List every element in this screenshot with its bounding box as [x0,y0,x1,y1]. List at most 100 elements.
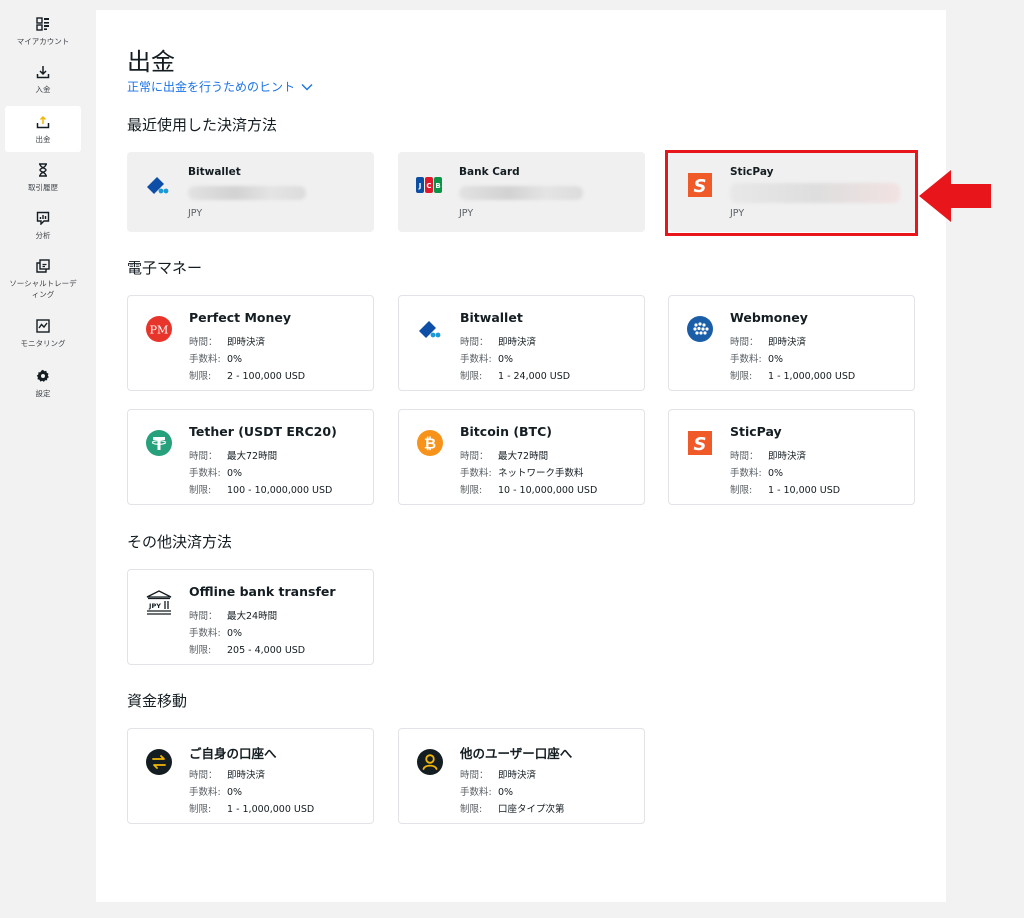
sidebar-item-withdraw[interactable]: 出金 [5,106,81,152]
sidebar-item-settings[interactable]: 設定 [5,368,81,404]
method-name: SticPay [730,424,782,439]
fee-value: 0% [227,628,243,639]
time-label: 時間： [189,611,218,622]
method-card-offline-bank[interactable]: JPY Offline bank transfer 時間： 最大24時間 手数料:… [127,569,374,665]
limit-row: 制限: 2 - 100,000 USD [189,368,305,382]
sidebar-item-monitoring[interactable]: モニタリング [5,318,81,354]
section-title-other: その他決済方法 [127,533,233,551]
time-value: 即時決済 [227,770,266,781]
section-title-emoney: 電子マネー [127,259,203,277]
limit-label: 制限: [189,804,212,815]
bank-icon: JPY [146,590,172,615]
method-name: Perfect Money [189,310,292,325]
limit-label: 制限: [460,371,483,382]
sidebar-item-label: 入金 [35,85,51,94]
svg-text:₿: ₿ [424,435,436,453]
time-value: 即時決済 [227,337,266,348]
limit-label: 制限: [730,371,753,382]
fee-row: 手数料: 0% [189,625,242,639]
recent-currency: JPY [730,208,745,219]
time-row: 時間： 即時決済 [189,334,265,348]
limit-value: 100 - 10,000,000 USD [227,485,333,496]
svg-text:C: C [426,182,431,190]
svg-text:J: J [418,182,422,190]
time-value: 即時決済 [498,770,537,781]
method-name: Bitwallet [460,310,523,325]
time-row: 時間： 即時決済 [460,767,536,781]
sidebar-item-label: ソーシャルトレーディング [9,279,77,299]
red-arrow-icon [919,170,991,222]
time-row: 時間： 最大72時間 [460,448,548,462]
limit-row: 制限: 10 - 10,000,000 USD [460,482,597,496]
method-card-sticpay[interactable]: S SticPay 時間： 即時決済 手数料: 0% 制限: 1 - 10,000 U… [668,409,915,505]
method-card-other-user[interactable]: 他のユーザー口座へ 時間： 即時決済 手数料: 0% 制限: 口座タイプ次第 [398,728,645,824]
sidebar-item-history[interactable]: 取引履歴 [5,162,81,198]
method-card-bitwallet[interactable]: Bitwallet 時間： 即時決済 手数料: 0% 制限: 1 - 24,000 U… [398,295,645,391]
method-card-perfect-money[interactable]: PM Perfect Money 時間： 即時決済 手数料: 0% 制限: 2 - 1… [127,295,374,391]
perfect-money-icon: PM [146,316,172,342]
fee-row: 手数料: 0% [189,784,242,798]
sidebar-item-label: 取引履歴 [28,183,58,192]
fee-label: 手数料: [189,354,221,365]
masked-account [188,186,306,200]
sidebar-item-my-account[interactable]: マイアカウント [5,16,81,52]
download-icon [5,64,81,82]
hint-link[interactable]: 正常に出金を行うためのヒント [127,78,313,95]
method-card-own-account[interactable]: ご自身の口座へ 時間： 即時決済 手数料: 0% 制限: 1 - 1,000,000 … [127,728,374,824]
fee-label: 手数料: [189,468,221,479]
method-card-tether[interactable]: Tether (USDT ERC20) 時間： 最大72時間 手数料: 0% 制限:… [127,409,374,505]
bitwallet-icon [419,321,441,338]
time-value: 最大72時間 [227,451,278,462]
limit-label: 制限: [730,485,753,496]
limit-row: 制限: 1 - 1,000,000 USD [189,801,314,815]
svg-text:B: B [435,182,440,190]
fee-value: 0% [768,354,784,365]
time-label: 時間： [189,451,218,462]
fee-label: 手数料: [460,354,492,365]
tether-icon [146,430,172,456]
fee-value: 0% [227,354,243,365]
fee-row: 手数料: 0% [460,784,513,798]
sidebar: マイアカウント 入金 出金 取引履歴 分析 ソーシャルトレーディング モニタリン… [0,0,82,918]
method-card-webmoney[interactable]: Webmoney 時間： 即時決済 手数料: 0% 制限: 1 - 1,000,000… [668,295,915,391]
recent-card-sticpay[interactable]: S SticPay JPY [669,152,916,232]
limit-row: 制限: 1 - 1,000,000 USD [730,368,855,382]
hourglass-icon [5,162,81,180]
recent-name: Bitwallet [188,166,241,178]
main-panel: 出金 正常に出金を行うためのヒント 最近使用した決済方法 Bitwallet J… [96,10,946,902]
limit-row: 制限: 1 - 24,000 USD [460,368,570,382]
time-value: 最大72時間 [498,451,549,462]
section-title-transfer: 資金移動 [127,692,188,710]
recent-card-bank-card[interactable]: JCB Bank Card JPY [398,152,645,232]
method-card-bitcoin[interactable]: ₿ Bitcoin (BTC) 時間： 最大72時間 手数料: ネットワーク手数料 … [398,409,645,505]
time-label: 時間： [189,770,218,781]
fee-value: 0% [498,354,514,365]
sidebar-item-label: モニタリング [20,339,66,348]
sidebar-item-social-trading[interactable]: ソーシャルトレーディング [5,258,81,304]
method-name: 他のユーザー口座へ [460,746,573,761]
fee-label: 手数料: [460,787,492,798]
sidebar-item-label: 設定 [35,389,51,398]
limit-label: 制限: [460,804,483,815]
time-value: 即時決済 [768,451,807,462]
fee-row: 手数料: 0% [189,351,242,365]
method-name: Bitcoin (BTC) [460,424,552,439]
recent-currency: JPY [459,208,474,219]
limit-label: 制限: [460,485,483,496]
bitwallet-icon [147,177,169,194]
method-name: ご自身の口座へ [189,746,277,761]
recent-card-bitwallet[interactable]: Bitwallet JPY [127,152,374,232]
chevron-down-icon [301,83,313,90]
time-row: 時間： 即時決済 [189,767,265,781]
sidebar-item-analysis[interactable]: 分析 [5,210,81,246]
monitor-icon [5,318,81,336]
time-row: 時間： 即時決済 [460,334,536,348]
fee-value: 0% [227,787,243,798]
hint-link-label: 正常に出金を行うためのヒント [127,80,296,94]
sticpay-icon: S [688,431,712,455]
time-label: 時間： [460,451,489,462]
time-value: 最大24時間 [227,611,278,622]
time-label: 時間： [730,337,759,348]
recent-name: SticPay [730,166,774,178]
sidebar-item-deposit[interactable]: 入金 [5,64,81,100]
